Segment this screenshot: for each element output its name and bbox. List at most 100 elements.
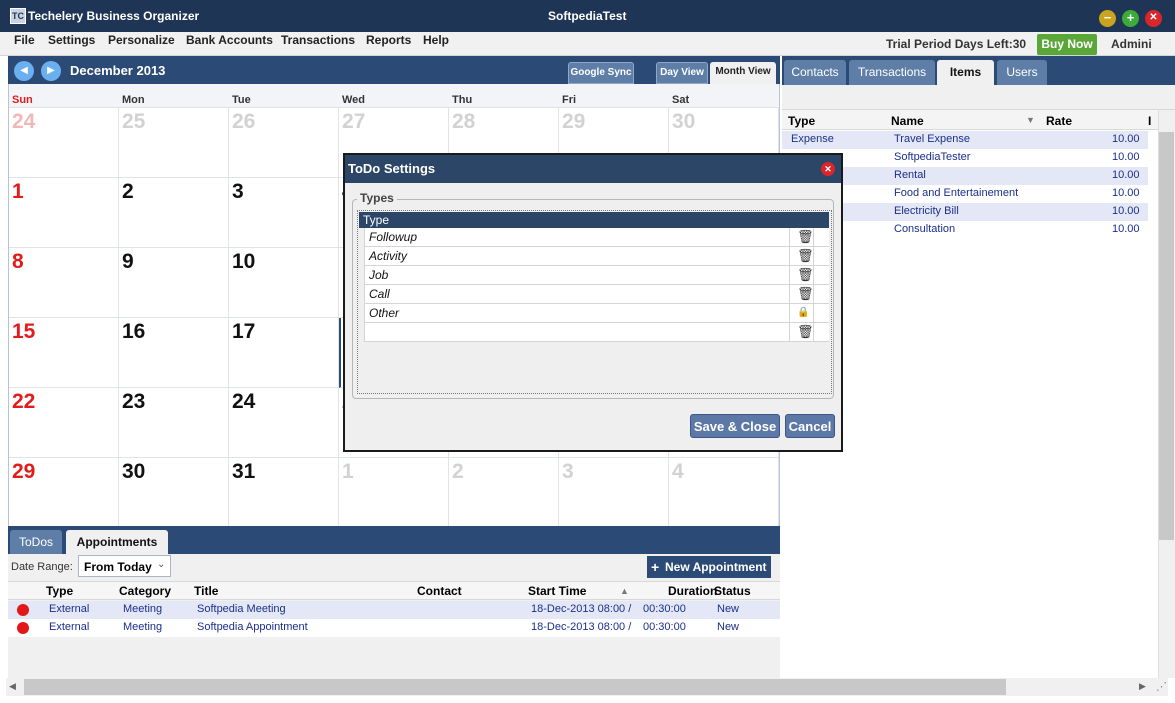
next-month-icon[interactable]: ▶ (41, 61, 61, 81)
cell-type: External (49, 603, 90, 615)
calendar-day-cell[interactable]: 1 (339, 458, 449, 528)
column-header[interactable]: Rate (1046, 114, 1072, 128)
column-header[interactable]: Start Time (528, 584, 586, 598)
calendar-day-cell[interactable]: 30 (119, 458, 229, 528)
table-row[interactable]: Expense Travel Expense 10.00 (782, 131, 1148, 149)
calendar-day-cell[interactable]: 2 (449, 458, 559, 528)
buy-now-button[interactable]: Buy Now (1037, 34, 1097, 55)
type-label[interactable]: Other (369, 306, 399, 320)
cancel-button[interactable]: Cancel (785, 414, 835, 438)
admin-user-label[interactable]: Admini (1111, 37, 1152, 51)
calendar-day-cell[interactable]: 22 (9, 388, 119, 458)
column-header[interactable]: Name (891, 114, 924, 128)
trash-icon[interactable]: 🗑 (797, 249, 814, 263)
calendar-day-cell[interactable]: 24 (229, 388, 339, 458)
menu-file[interactable]: File (14, 33, 35, 47)
calendar-day-cell[interactable]: 16 (119, 318, 229, 388)
save-close-button[interactable]: Save & Close (690, 414, 780, 438)
calendar-day-cell[interactable]: 3 (559, 458, 669, 528)
column-header[interactable]: I (1148, 114, 1151, 128)
column-header[interactable]: Status (714, 584, 751, 598)
types-grid-header[interactable]: Type (359, 212, 829, 228)
tab-transactions[interactable]: Transactions (849, 60, 935, 85)
trash-icon[interactable]: 🗑 (797, 325, 814, 339)
type-row[interactable]: Activity 🗑 (359, 247, 829, 266)
calendar-day-cell[interactable]: 29 (9, 458, 119, 528)
type-label[interactable]: Call (369, 287, 390, 301)
close-icon[interactable]: ✕ (1145, 10, 1162, 27)
type-label[interactable]: Activity (369, 249, 407, 263)
table-row[interactable]: External Meeting Softpedia Meeting 18-Dec-2… (8, 601, 780, 619)
tab-users[interactable]: Users (997, 60, 1047, 85)
tab-contacts[interactable]: Contacts (784, 60, 846, 85)
google-sync-button[interactable]: Google Sync (568, 62, 634, 84)
minimize-icon[interactable]: − (1099, 10, 1116, 27)
maximize-icon[interactable]: + (1122, 10, 1139, 27)
user-title: SoftpediaTest (548, 9, 627, 23)
calendar-day-cell[interactable]: 31 (229, 458, 339, 528)
type-row[interactable]: Followup 🗑 (359, 228, 829, 247)
menu-settings[interactable]: Settings (48, 33, 95, 47)
tab-todos[interactable]: ToDos (10, 530, 62, 554)
calendar-day-cell[interactable]: 3 (229, 178, 339, 248)
menu-reports[interactable]: Reports (366, 33, 411, 47)
calendar-day-cell[interactable]: 1 (9, 178, 119, 248)
column-header[interactable]: Category (119, 584, 171, 598)
type-row[interactable]: Job 🗑 (359, 266, 829, 285)
column-header[interactable]: Title (194, 584, 218, 598)
previous-month-icon[interactable]: ◀ (14, 61, 34, 81)
scrollbar-thumb[interactable] (1159, 132, 1174, 540)
menu-transactions[interactable]: Transactions (281, 33, 355, 47)
column-header[interactable]: Type (788, 114, 815, 128)
tab-appointments[interactable]: Appointments (66, 530, 168, 554)
column-divider (789, 304, 790, 323)
row-selector[interactable] (359, 304, 365, 323)
table-row[interactable]: External Meeting Softpedia Appointment 18-D… (8, 619, 780, 637)
scroll-right-icon[interactable]: ▶ (1139, 681, 1146, 692)
menu-bank-accounts[interactable]: Bank Accounts (186, 33, 273, 47)
close-icon[interactable]: ✕ (821, 162, 835, 176)
calendar-day-cell[interactable]: 25 (119, 108, 229, 178)
type-label[interactable]: Job (369, 268, 388, 282)
date-range-select[interactable]: From Today ⌄ (78, 555, 171, 577)
calendar-day-cell[interactable]: 9 (119, 248, 229, 318)
row-selector[interactable] (359, 247, 365, 266)
day-view-button[interactable]: Day View (656, 62, 708, 84)
row-selector[interactable] (359, 285, 365, 304)
horizontal-scrollbar[interactable]: ◀ ▶ ⋰ (6, 678, 1168, 696)
column-header[interactable]: Type (46, 584, 73, 598)
row-selector[interactable] (359, 323, 365, 342)
calendar-day-cell[interactable]: 24 (9, 108, 119, 178)
column-header[interactable]: Duration (668, 584, 717, 598)
row-selector[interactable] (359, 266, 365, 285)
calendar-day-cell[interactable]: 10 (229, 248, 339, 318)
trash-icon[interactable]: 🗑 (797, 287, 814, 301)
trash-icon[interactable]: 🗑 (797, 268, 814, 282)
type-label[interactable]: Followup (369, 230, 417, 244)
type-row[interactable]: 🗑 (359, 323, 829, 342)
cell-name: Consultation (894, 223, 956, 235)
menu-personalize[interactable]: Personalize (108, 33, 175, 47)
month-view-button[interactable]: Month View (710, 62, 776, 84)
calendar-day-cell[interactable]: 26 (229, 108, 339, 178)
menu-help[interactable]: Help (423, 33, 449, 47)
row-selector[interactable] (359, 228, 365, 247)
calendar-day-cell[interactable]: 17 (229, 318, 339, 388)
calendar-day-cell[interactable]: 23 (119, 388, 229, 458)
calendar-day-cell[interactable]: 8 (9, 248, 119, 318)
scroll-left-icon[interactable]: ◀ (9, 681, 16, 692)
type-row[interactable]: Other 🔒 (359, 304, 829, 323)
app-logo-icon: TC (10, 8, 26, 24)
type-row[interactable]: Call 🗑 (359, 285, 829, 304)
calendar-day-cell[interactable]: 4 (669, 458, 779, 528)
resize-grip-icon[interactable]: ⋰ (1156, 680, 1167, 693)
tab-items[interactable]: Items (937, 60, 994, 85)
cell-rate: 10.00 (1112, 169, 1140, 181)
column-header[interactable]: Contact (417, 584, 462, 598)
calendar-day-cell[interactable]: 15 (9, 318, 119, 388)
day-number: 17 (232, 320, 256, 343)
new-appointment-button[interactable]: + New Appointment (647, 556, 771, 578)
scrollbar-thumb[interactable] (24, 679, 1006, 695)
calendar-day-cell[interactable]: 2 (119, 178, 229, 248)
trash-icon[interactable]: 🗑 (797, 230, 814, 244)
